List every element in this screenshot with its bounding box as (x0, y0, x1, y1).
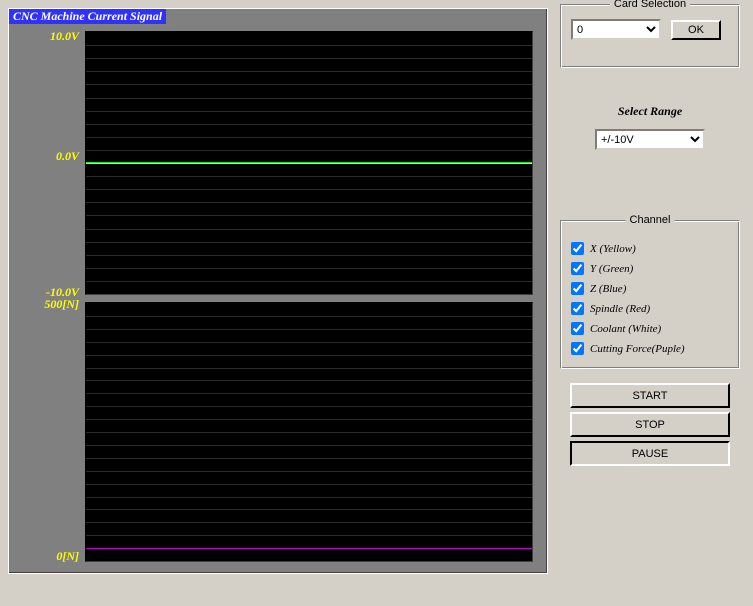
gridline (86, 522, 532, 523)
pause-button[interactable]: PAUSE (570, 441, 730, 466)
gridline (86, 229, 532, 230)
controls-column: Card Selection 0 OK Select Range +/-10V … (560, 4, 740, 470)
chart2-ymin: 0[N] (9, 549, 79, 564)
gridline (86, 176, 532, 177)
channel-label-spindle: Spindle (Red) (590, 303, 650, 315)
gridline (86, 368, 532, 369)
channel-label-coolant: Coolant (White) (590, 323, 661, 335)
gridline (86, 71, 532, 72)
chart2-ymax: 500[N] (9, 297, 79, 312)
gridline (86, 137, 532, 138)
channel-row-x: X (Yellow) (571, 242, 729, 255)
chart1-ymid: 0.0V (9, 149, 79, 164)
channel-checkbox-y[interactable] (571, 262, 584, 275)
gridline (86, 419, 532, 420)
gridline (86, 124, 532, 125)
gridline (86, 45, 532, 46)
channel-checkbox-cuttingforce[interactable] (571, 342, 584, 355)
card-selection-legend: Card Selection (610, 0, 690, 10)
gridline (86, 535, 532, 536)
gridline (86, 406, 532, 407)
plot-panel: CNC Machine Current Signal 10.0V 0.0V -1… (8, 8, 548, 574)
range-section: Select Range +/-10V (560, 104, 740, 150)
gridline (86, 242, 532, 243)
channel-row-cuttingforce: Cutting Force(Puple) (571, 342, 729, 355)
gridline (86, 471, 532, 472)
gridline (86, 255, 532, 256)
app-root: CNC Machine Current Signal 10.0V 0.0V -1… (0, 0, 753, 606)
gridline (86, 316, 532, 317)
channel-row-z: Z (Blue) (571, 282, 729, 295)
gridline (86, 58, 532, 59)
gridline (86, 202, 532, 203)
trace (86, 163, 532, 164)
channel-row-spindle: Spindle (Red) (571, 302, 729, 315)
channel-label-x: X (Yellow) (590, 243, 636, 255)
gridline (86, 380, 532, 381)
chart1-ymax: 10.0V (9, 29, 79, 44)
gridline (86, 458, 532, 459)
card-selection-group: Card Selection 0 OK (560, 4, 740, 68)
gridline (86, 281, 532, 282)
stop-button[interactable]: STOP (570, 412, 730, 437)
channel-checkbox-z[interactable] (571, 282, 584, 295)
gridline (86, 111, 532, 112)
gridline (86, 342, 532, 343)
gridline (86, 189, 532, 190)
chart1 (85, 31, 533, 295)
plot-title: CNC Machine Current Signal (9, 9, 166, 24)
gridline (86, 497, 532, 498)
channel-row-coolant: Coolant (White) (571, 322, 729, 335)
trace (86, 548, 532, 549)
channel-checkbox-x[interactable] (571, 242, 584, 255)
channel-label-cuttingforce: Cutting Force(Puple) (590, 343, 685, 355)
channel-label-z: Z (Blue) (590, 283, 626, 295)
gridline (86, 355, 532, 356)
gridline (86, 150, 532, 151)
channel-group: Channel X (Yellow) Y (Green) Z (Blue) Sp… (560, 220, 740, 369)
channel-row-y: Y (Green) (571, 262, 729, 275)
gridline (86, 268, 532, 269)
gridline (86, 98, 532, 99)
gridline (86, 445, 532, 446)
gridline (86, 84, 532, 85)
gridline (86, 215, 532, 216)
gridline (86, 432, 532, 433)
card-select[interactable]: 0 (571, 19, 661, 40)
card-ok-button[interactable]: OK (671, 20, 721, 40)
range-label: Select Range (560, 104, 740, 119)
gridline (86, 393, 532, 394)
channel-label-y: Y (Green) (590, 263, 633, 275)
channel-checkbox-spindle[interactable] (571, 302, 584, 315)
channel-checkbox-coolant[interactable] (571, 322, 584, 335)
gridline (86, 484, 532, 485)
start-button[interactable]: START (570, 383, 730, 408)
gridline (86, 509, 532, 510)
range-select[interactable]: +/-10V (595, 129, 705, 150)
gridline (86, 329, 532, 330)
channel-legend: Channel (626, 214, 675, 226)
chart2 (85, 302, 533, 562)
